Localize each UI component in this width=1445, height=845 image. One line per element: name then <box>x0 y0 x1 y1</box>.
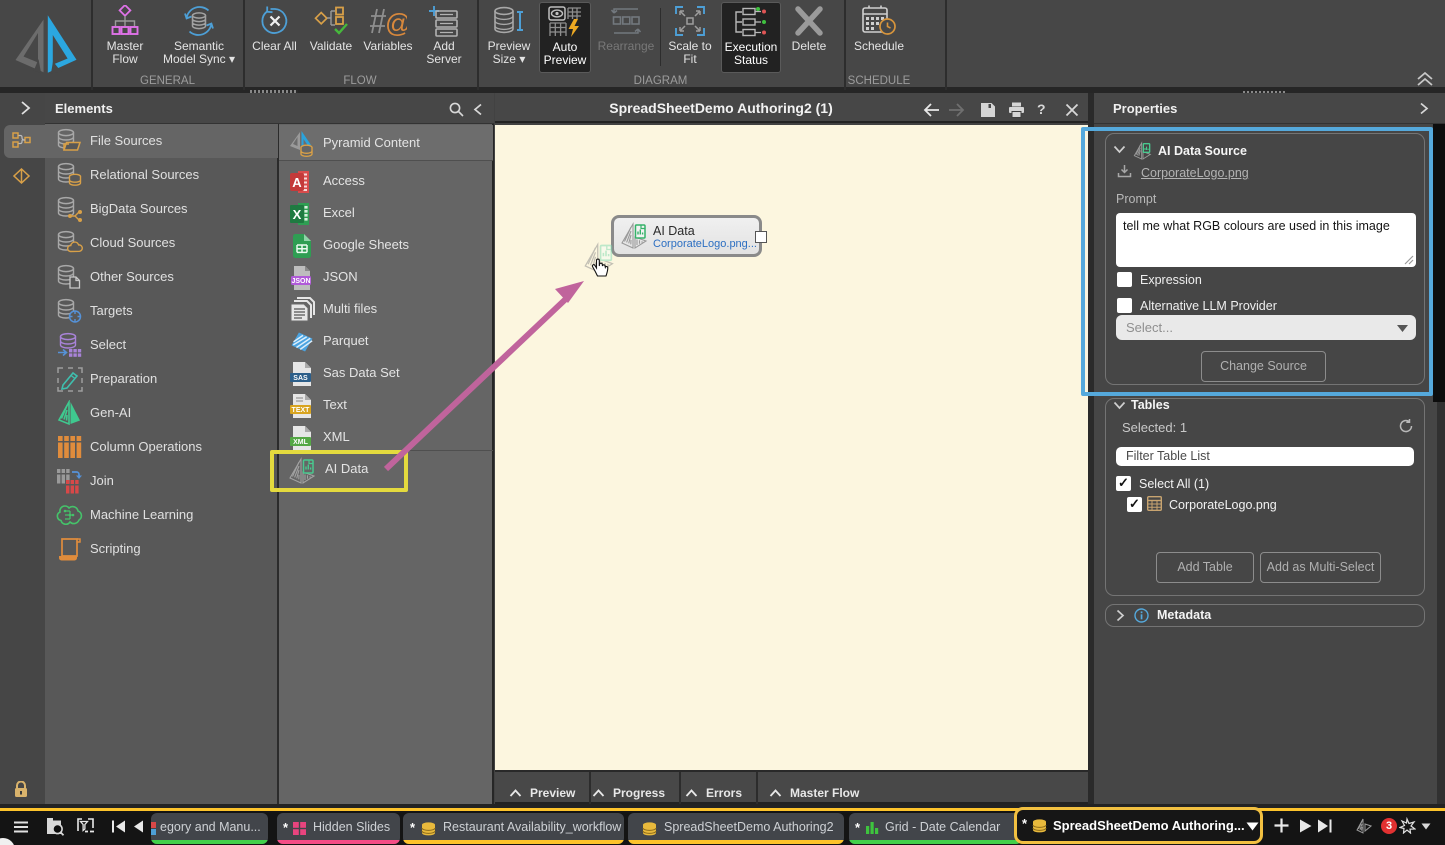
svg-text:XML: XML <box>293 439 309 446</box>
svg-text:SAS: SAS <box>293 375 308 382</box>
svg-text:TEXT: TEXT <box>292 407 311 414</box>
svg-text:@: @ <box>385 8 407 37</box>
svg-text:JSON: JSON <box>291 278 310 285</box>
svg-text:A: A <box>292 175 302 190</box>
svg-text:X: X <box>293 207 302 222</box>
